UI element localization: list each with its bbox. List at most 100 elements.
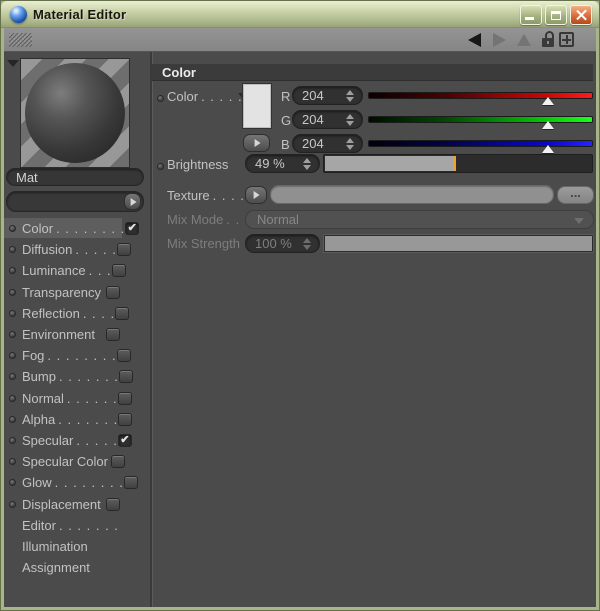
channel-checkbox[interactable] — [118, 413, 132, 426]
spinner-arrows-icon[interactable] — [346, 90, 354, 102]
channel-checkbox[interactable]: ✔ — [118, 434, 132, 447]
channel-row-specular[interactable]: Specular . . . . . ✔ — [4, 430, 122, 450]
b-slider-handle[interactable] — [542, 145, 554, 153]
check-icon: ✔ — [128, 222, 137, 234]
color-param-label: Color. . . . . — [167, 89, 243, 104]
channel-checkbox[interactable] — [119, 370, 133, 383]
channel-label: Specular — [22, 433, 73, 448]
channel-row-glow[interactable]: Glow . . . . . . . . — [4, 472, 122, 492]
brightness-spinner[interactable]: 49 % — [245, 154, 320, 173]
minimize-button[interactable] — [520, 5, 542, 25]
channel-checkbox[interactable] — [106, 328, 120, 341]
channel-row-color[interactable]: Color . . . . . . . . ✔ — [4, 218, 122, 238]
channel-row-editor[interactable]: Editor . . . . . . . — [4, 515, 122, 535]
material-preview[interactable] — [20, 58, 130, 168]
g-value-spinner[interactable]: 204 — [292, 110, 363, 129]
preview-collapse-icon[interactable] — [7, 60, 19, 67]
dot-leader: . . . — [89, 263, 112, 278]
right-arrow-icon — [130, 198, 136, 206]
channel-row-luminance[interactable]: Luminance . . . — [4, 260, 122, 280]
channel-row-reflection[interactable]: Reflection . . . . — [4, 303, 122, 323]
channel-row-transparency[interactable]: Transparency — [4, 282, 122, 302]
b-value-spinner[interactable]: 204 — [292, 134, 363, 153]
dot-leader: . . . . — [213, 188, 245, 203]
channel-label: Color — [22, 221, 53, 236]
channel-bullet-icon — [9, 416, 16, 423]
b-slider[interactable] — [368, 140, 593, 154]
minimize-icon — [525, 17, 534, 20]
brightness-marker[interactable] — [453, 156, 456, 171]
close-button[interactable] — [570, 5, 592, 25]
spinner-arrows-icon[interactable] — [346, 114, 354, 126]
drag-grip-icon[interactable] — [9, 33, 32, 47]
dot-leader: . . . . . . . — [58, 412, 118, 427]
channel-label: Assignment — [22, 560, 90, 575]
channel-row-fog[interactable]: Fog . . . . . . . . — [4, 345, 122, 365]
channel-row-specular-color[interactable]: Specular Color — [4, 451, 122, 471]
channel-bullet-icon — [9, 501, 16, 508]
b-slider-track[interactable] — [368, 140, 593, 147]
channel-label: Bump — [22, 369, 56, 384]
channel-checkbox[interactable]: ✔ — [125, 222, 139, 235]
channel-row-diffusion[interactable]: Diffusion . . . . . — [4, 239, 122, 259]
spinner-arrows-icon[interactable] — [303, 158, 311, 170]
channel-label: Glow — [22, 475, 52, 490]
channel-checkbox[interactable] — [124, 476, 138, 489]
mix-mode-label: Mix Mode. . — [167, 212, 240, 227]
channel-checkbox[interactable] — [118, 392, 132, 405]
channel-bullet-icon — [9, 352, 16, 359]
texture-expand-button[interactable] — [245, 186, 267, 204]
channel-row-bump[interactable]: Bump . . . . . . . — [4, 366, 122, 386]
channel-checkbox[interactable] — [117, 349, 131, 362]
parent-up-icon — [517, 34, 531, 46]
app-icon — [10, 6, 27, 23]
g-slider-handle[interactable] — [542, 121, 554, 129]
channel-checkbox[interactable] — [117, 243, 131, 256]
channel-row-alpha[interactable]: Alpha . . . . . . . — [4, 409, 122, 429]
channel-checkbox[interactable] — [115, 307, 129, 320]
maximize-button[interactable] — [545, 5, 567, 25]
texture-label-text: Texture — [167, 188, 210, 203]
dot-leader: . . . . . . . . — [56, 221, 125, 236]
channel-label: Environment — [22, 327, 95, 342]
g-slider-track[interactable] — [368, 116, 593, 123]
close-icon — [575, 9, 588, 22]
channel-row-displacement[interactable]: Displacement — [4, 494, 122, 514]
spinner-arrows-icon[interactable] — [346, 138, 354, 150]
channel-row-illumination[interactable]: Illumination — [4, 536, 122, 556]
material-dropdown[interactable] — [6, 191, 144, 212]
channel-row-assignment[interactable]: Assignment — [4, 557, 122, 577]
brightness-slider[interactable] — [323, 154, 593, 173]
editor-content: Mat Color . . . . . . . . ✔ Diffusion . … — [4, 52, 596, 607]
history-forward-icon — [493, 33, 506, 47]
r-slider-track[interactable] — [368, 92, 593, 99]
preview-sphere — [25, 63, 125, 163]
history-back-icon[interactable] — [468, 33, 481, 47]
titlebar[interactable]: Material Editor — [1, 1, 599, 28]
g-slider[interactable] — [368, 116, 593, 130]
channel-row-environment[interactable]: Environment — [4, 324, 122, 344]
texture-label: Texture. . . . — [167, 188, 245, 203]
channel-checkbox[interactable] — [112, 264, 126, 277]
r-value-spinner[interactable]: 204 — [292, 86, 363, 105]
maximize-icon — [551, 11, 561, 20]
channel-checkbox[interactable] — [106, 498, 120, 511]
material-name-field[interactable]: Mat — [6, 168, 144, 186]
channel-row-normal[interactable]: Normal . . . . . . — [4, 388, 122, 408]
texture-browse-button[interactable]: ... — [557, 186, 594, 204]
color-swatch[interactable] — [243, 84, 271, 128]
mix-mode-label-text: Mix Mode — [167, 212, 223, 227]
lock-open-icon[interactable] — [540, 31, 556, 49]
channel-bullet-icon — [9, 479, 16, 486]
channel-bullet-icon — [9, 310, 16, 317]
color-expand-button[interactable] — [243, 134, 270, 152]
channel-checkbox[interactable] — [111, 455, 125, 468]
add-new-icon[interactable] — [559, 32, 574, 47]
r-slider-handle[interactable] — [542, 97, 554, 105]
texture-field[interactable] — [270, 185, 554, 204]
dropdown-arrow-button[interactable] — [124, 193, 141, 210]
r-slider[interactable] — [368, 92, 593, 106]
g-value: 204 — [302, 112, 324, 127]
channel-label: Editor — [22, 518, 56, 533]
channel-checkbox[interactable] — [106, 286, 120, 299]
